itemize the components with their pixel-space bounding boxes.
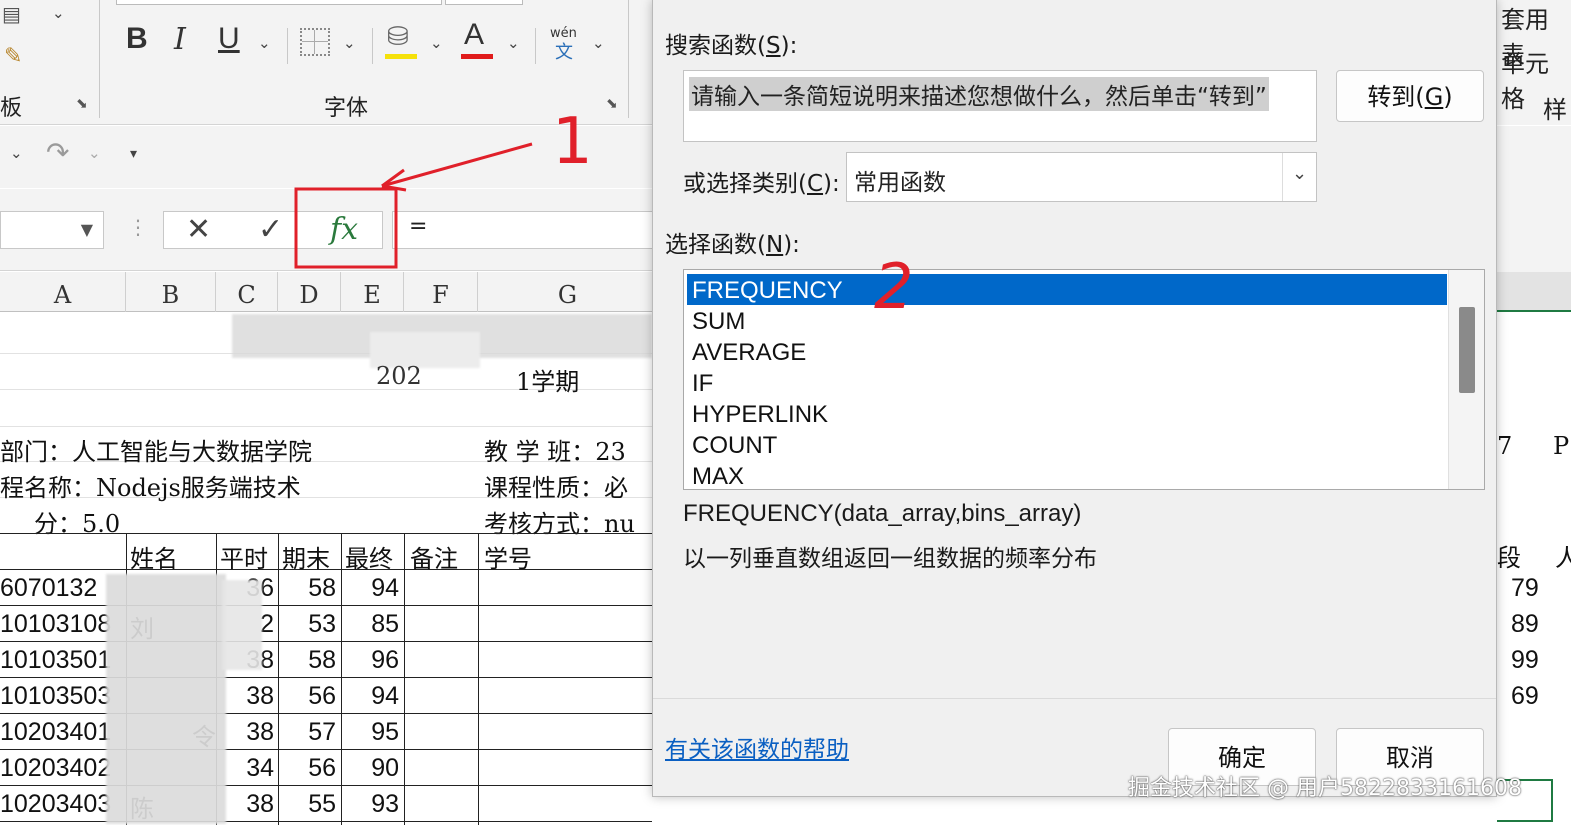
fx-highlight-box — [294, 187, 398, 269]
watermark: 掘金技术社区 @ 用户5822833161608 — [1128, 776, 1522, 801]
annotation-mark-2: 2 — [874, 250, 913, 323]
annotation-arrow — [381, 142, 533, 188]
annotation-overlay: 1 2 — [294, 105, 913, 323]
annotation-mark-1: 1 — [552, 105, 593, 179]
